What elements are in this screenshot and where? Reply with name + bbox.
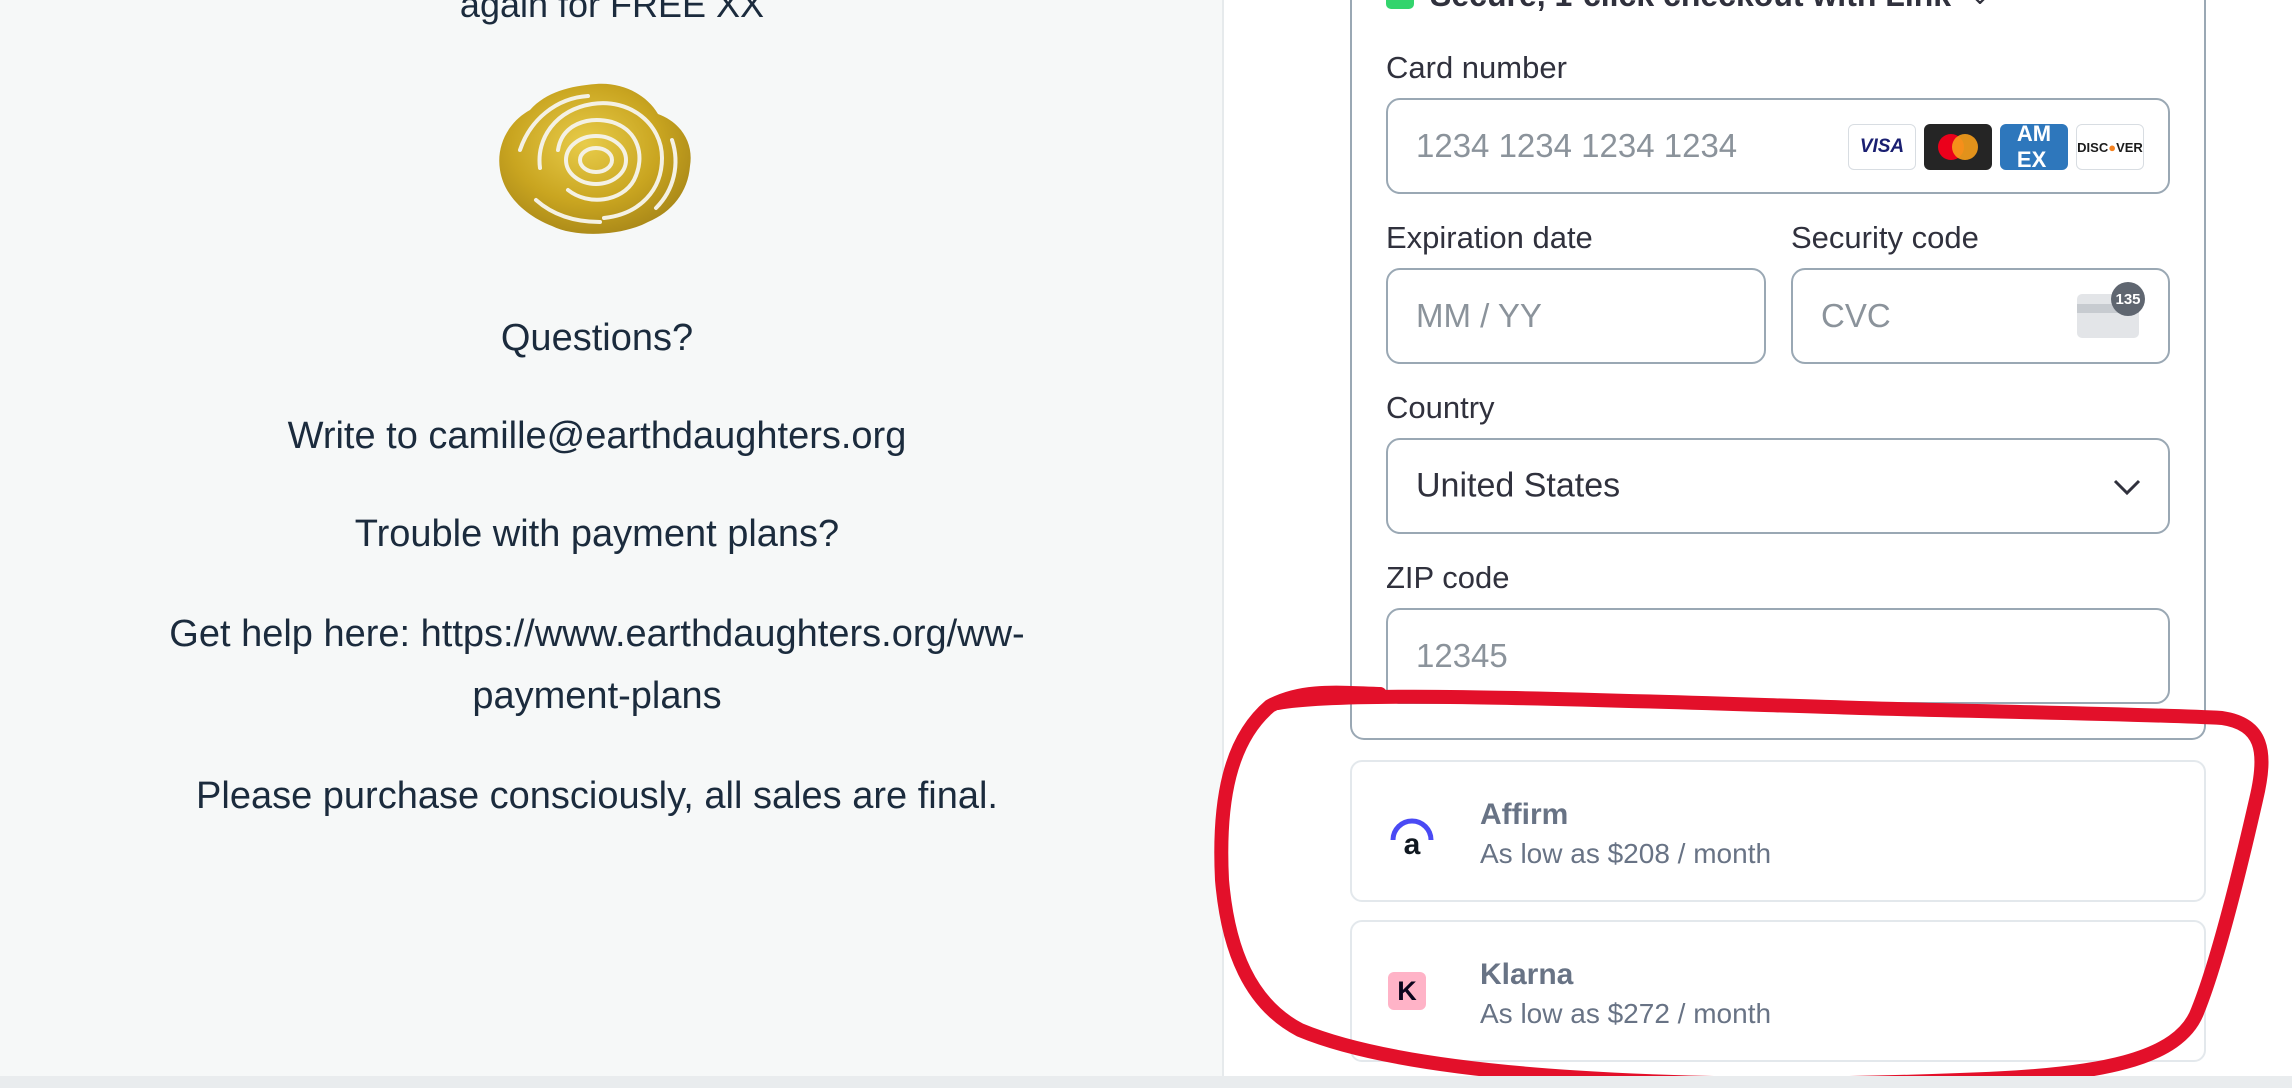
amex-icon: AM EX	[2000, 124, 2068, 170]
country-label: Country	[1386, 390, 1495, 425]
clipped-text: again for FREE XX	[459, 0, 765, 25]
link-check-icon	[1386, 0, 1414, 9]
help-link-line2: payment-plans	[472, 675, 722, 717]
affirm-icon: a	[1390, 818, 1434, 858]
contact-email-text: Write to camille@earthdaughters.org	[287, 415, 907, 457]
affirm-subtext: As low as $208 / month	[1480, 838, 1772, 869]
klarna-subtext: As low as $272 / month	[1480, 998, 1772, 1029]
final-sale-notice: Please purchase consciously, all sales a…	[196, 775, 998, 817]
link-banner-text: Secure, 1-click checkout with Link	[1430, 0, 1951, 14]
cvc-badge: 135	[2111, 282, 2145, 316]
cvc-placeholder: CVC	[1821, 297, 1891, 334]
klarna-name: Klarna	[1480, 958, 1574, 991]
card-number-placeholder: 1234 1234 1234 1234	[1416, 127, 1738, 164]
link-checkout-banner[interactable]: Secure, 1-click checkout with Link ⌄	[1386, 0, 1991, 13]
visa-icon: VISA	[1848, 124, 1916, 170]
bottom-scroll-edge	[0, 1076, 2292, 1088]
affirm-name: Affirm	[1480, 798, 1569, 831]
zip-input[interactable]: 12345	[1386, 608, 2170, 704]
chevron-down-icon	[2113, 479, 2141, 496]
country-select[interactable]: United States	[1386, 438, 2170, 534]
security-code-label: Security code	[1791, 220, 1979, 255]
svg-text:a: a	[1404, 828, 1421, 858]
discover-icon: DISC ● VER	[2076, 124, 2144, 170]
mastercard-icon	[1924, 124, 1992, 170]
cvc-card-icon: 135	[2077, 282, 2145, 338]
country-value: United States	[1416, 466, 1621, 505]
affirm-payment-option[interactable]: a Affirm As low as $208 / month	[1350, 760, 2206, 902]
gold-rose-logo	[499, 83, 691, 234]
left-info-panel: again for FREE XX Questions? Write to ca…	[0, 0, 1224, 1088]
chevron-down-icon: ⌄	[1969, 0, 1991, 11]
payment-plan-trouble-text: Trouble with payment plans?	[354, 513, 840, 555]
questions-heading: Questions?	[500, 317, 694, 359]
zip-label: ZIP code	[1386, 560, 1510, 595]
card-number-input[interactable]: 1234 1234 1234 1234 VISA AM EX DISC ● VER	[1386, 98, 2170, 194]
zip-placeholder: 12345	[1416, 637, 1508, 674]
expiration-input[interactable]: MM / YY	[1386, 268, 1766, 364]
help-link-line1: Get help here: https://www.earthdaughter…	[169, 613, 1025, 655]
security-code-input[interactable]: CVC 135	[1791, 268, 2170, 364]
card-number-label: Card number	[1386, 50, 1567, 85]
klarna-payment-option[interactable]: K Klarna As low as $272 / month	[1350, 920, 2206, 1062]
expiration-placeholder: MM / YY	[1416, 297, 1542, 334]
klarna-icon: K	[1388, 972, 1426, 1010]
expiration-label: Expiration date	[1386, 220, 1593, 255]
